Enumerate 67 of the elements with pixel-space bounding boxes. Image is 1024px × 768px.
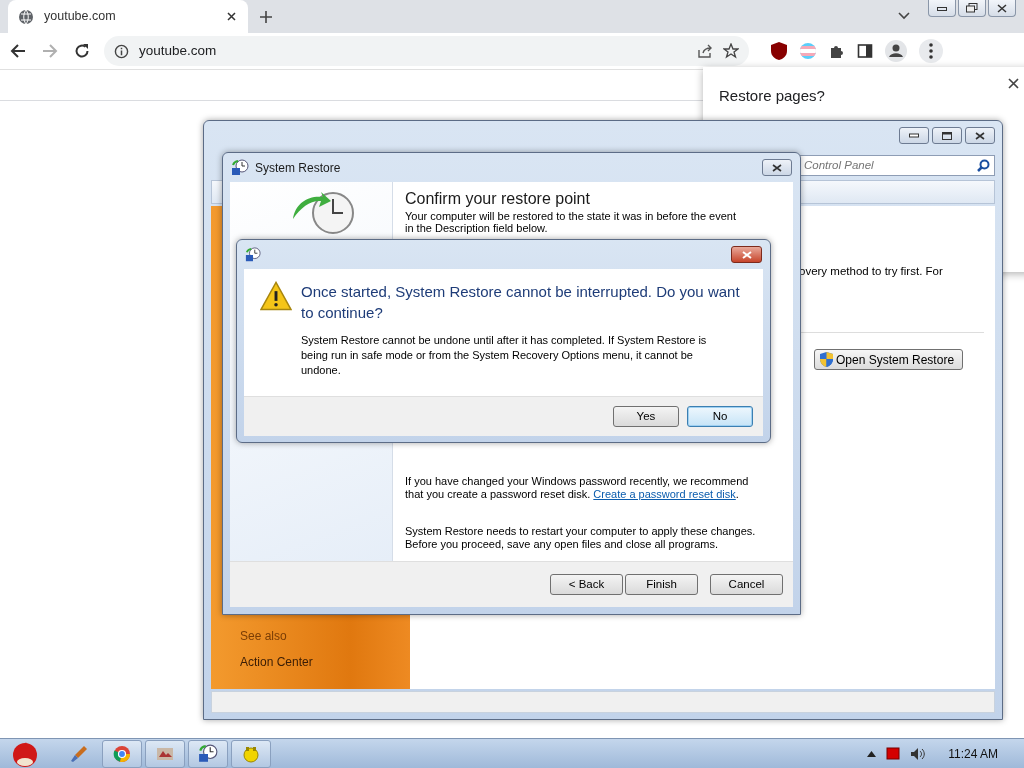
close-button[interactable] [965, 127, 995, 144]
dialog-button[interactable]: No [687, 406, 753, 427]
address-bar[interactable]: youtube.com [104, 36, 749, 66]
info-icon[interactable] [114, 43, 129, 59]
close-button[interactable] [762, 159, 792, 176]
popup-title: Restore pages? [719, 86, 825, 106]
dialog-button[interactable]: Yes [613, 406, 679, 427]
intro-text: Your computer will be restored to the state it was in before the event in the Description field below. [405, 210, 737, 234]
up-arrow-icon[interactable] [867, 750, 877, 757]
restore-icon [245, 246, 261, 263]
speaker-icon[interactable] [910, 746, 927, 761]
close-icon [741, 250, 752, 259]
close-button[interactable] [988, 0, 1016, 17]
dialog-button[interactable]: Cancel [710, 574, 783, 595]
restore-down-icon [966, 3, 978, 13]
close-tab-button[interactable] [225, 10, 238, 23]
minimize-button[interactable] [928, 0, 956, 17]
search-icon[interactable] [977, 158, 990, 172]
search-field[interactable]: Control Panel [799, 154, 995, 176]
minimize-icon [937, 5, 947, 11]
chrome-icon[interactable] [102, 739, 142, 768]
tab-title: youtube.com [44, 8, 116, 26]
menu-icon[interactable] [919, 39, 943, 63]
maximize-button[interactable] [932, 127, 962, 144]
puzzle-icon[interactable] [829, 43, 845, 59]
reset-disk-link[interactable]: Create a password reset disk [593, 488, 736, 500]
alarm-clock-icon[interactable] [231, 739, 271, 768]
sidebar-heading: See also [240, 628, 287, 645]
clock: 11:24 AM [948, 745, 998, 763]
side-panel-icon[interactable] [857, 43, 873, 59]
close-button[interactable] [731, 246, 762, 263]
share-icon[interactable] [697, 43, 713, 59]
restart-note: System Restore needs to restart your computer to apply these changes. Before you proceed, save any open files and close all programs. [405, 525, 757, 551]
restore-button[interactable] [958, 0, 986, 17]
close-icon [772, 163, 782, 172]
open-system-restore-button[interactable]: Open System Restore [814, 349, 964, 371]
profile-icon[interactable] [885, 40, 907, 62]
dialog-message: System Restore cannot be undone until after it has completed. If System Restore is being run in safe mode or from the System Recovery Options menu, it cannot be undone. [301, 333, 708, 378]
window-title: System Restore [255, 159, 341, 177]
close-button[interactable] [1006, 76, 1021, 91]
dialog-heading: Once started, System Restore cannot be interrupted. Do you want to continue? [301, 282, 741, 323]
wizard-heading: Confirm your restore point [405, 189, 591, 208]
star-icon[interactable] [723, 43, 739, 59]
restore-icon[interactable] [188, 739, 228, 768]
dialog-button[interactable]: < Back [550, 574, 623, 595]
browser-tab[interactable]: youtube.com [8, 0, 248, 33]
url-text: youtube.com [139, 41, 217, 60]
caret-icon[interactable] [898, 12, 910, 20]
minimize-icon [909, 133, 919, 138]
maximize-icon [942, 131, 952, 140]
shield-icon[interactable] [771, 42, 787, 60]
close-icon [227, 12, 236, 21]
plus-icon [260, 11, 272, 23]
shield-icon [820, 352, 833, 368]
image-app-icon[interactable] [145, 739, 185, 768]
sidebar-link[interactable]: Action Center [240, 653, 313, 671]
new-tab-button[interactable] [258, 9, 274, 25]
restore-icon [231, 158, 249, 177]
password-note: If you have changed your Windows password recently, we recommend that you create a password reset disk. Create a password reset disk. [405, 475, 750, 501]
close-icon [997, 3, 1007, 13]
close-icon [1008, 78, 1019, 89]
paintbrush-icon[interactable] [70, 744, 88, 763]
globe-icon [18, 8, 34, 25]
clock-arrow-icon [292, 192, 354, 234]
dialog-button[interactable]: Finish [625, 574, 698, 595]
close-icon [975, 131, 985, 140]
warning-icon [260, 281, 292, 311]
